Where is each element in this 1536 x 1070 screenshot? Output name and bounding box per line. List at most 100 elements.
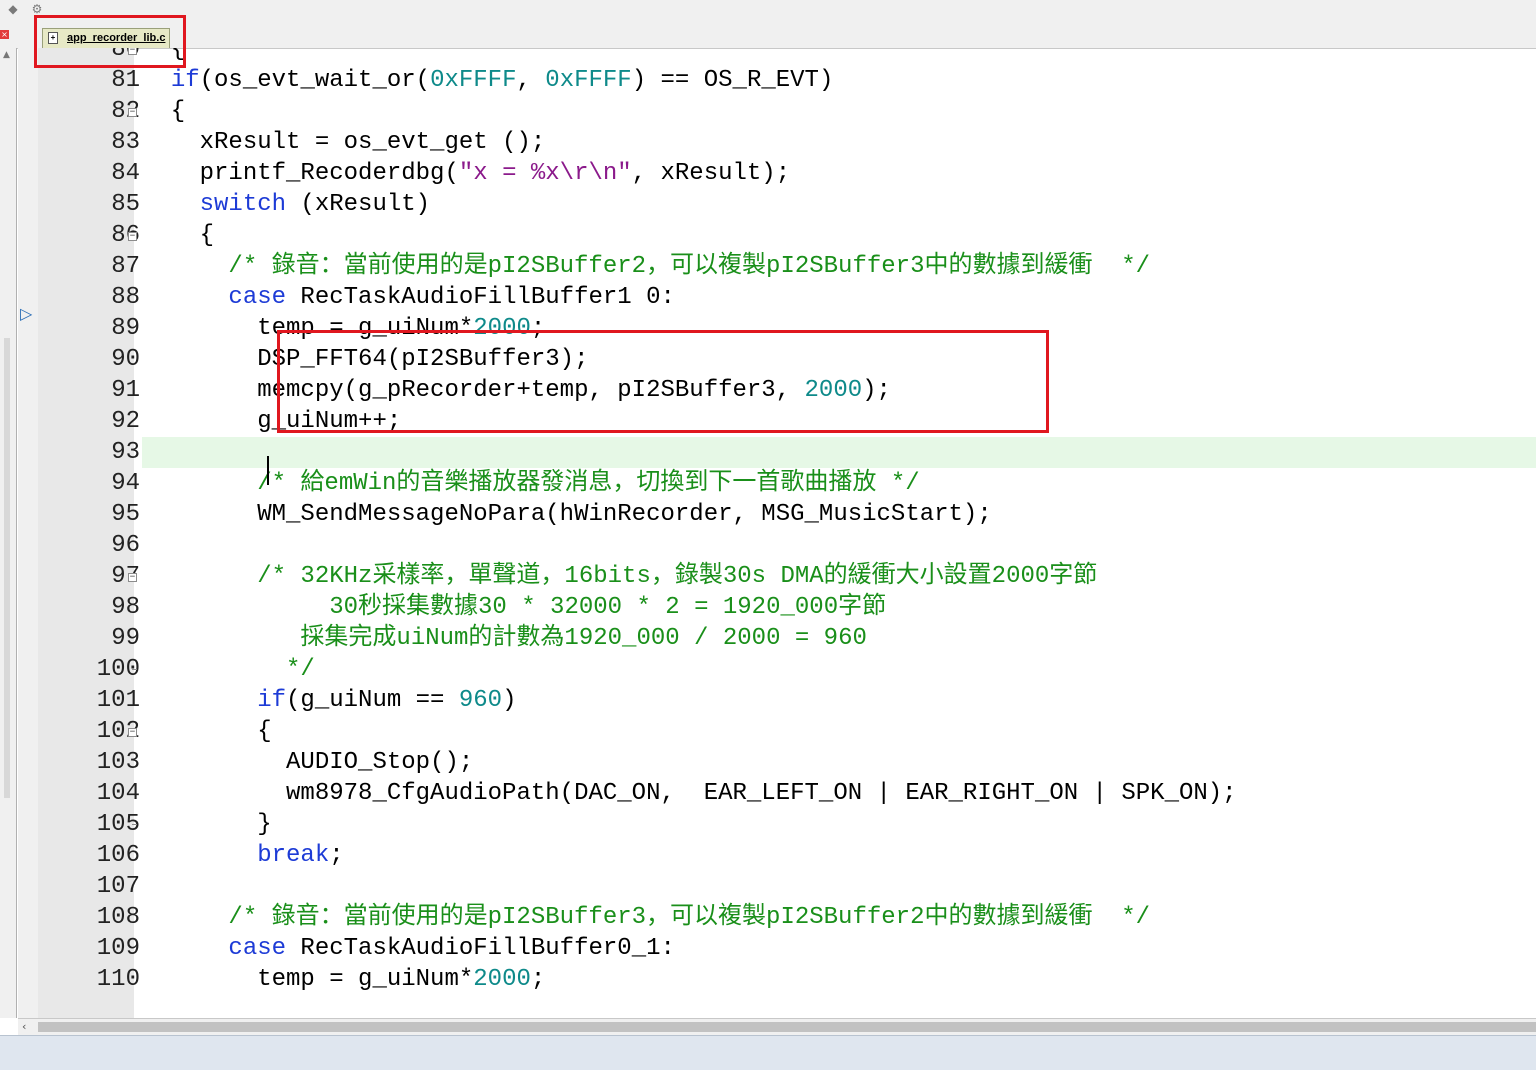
code-line[interactable]: 91 memcpy(g_pRecorder+temp, pI2SBuffer3,… — [18, 375, 1536, 406]
code-token: (os_evt_wait_or( — [199, 67, 431, 94]
code-text[interactable]: AUDIO_Stop(); — [142, 747, 473, 778]
code-text[interactable]: if(g_uiNum == 960) — [142, 685, 516, 716]
code-text[interactable]: g_uiNum++; — [142, 406, 401, 437]
code-line[interactable]: 110 temp = g_uiNum*2000; — [18, 964, 1536, 995]
keyword-token: if — [257, 687, 287, 714]
code-token: ) — [502, 687, 517, 714]
code-text[interactable]: 30秒採集數據30 * 32000 * 2 = 1920_000字節 — [142, 592, 886, 623]
keyword-token: if — [170, 67, 200, 94]
code-text[interactable]: } — [142, 809, 271, 840]
code-line[interactable]: 87 /* 錄音：當前使用的是pI2SBuffer2，可以複製pI2SBuffe… — [18, 251, 1536, 282]
code-editor[interactable]: 80− {81 if(os_evt_wait_or(0xFFFF, 0xFFFF… — [18, 48, 1536, 1018]
code-line[interactable]: 99 採集完成uiNum的計數為1920_000 / 2000 = 960 — [18, 623, 1536, 654]
code-token: { — [142, 718, 272, 745]
keyword-token: case — [228, 935, 287, 962]
tab-app-recorder-lib[interactable]: + app_recorder_lib.c — [42, 28, 170, 48]
code-text[interactable]: { — [142, 48, 185, 65]
code-text[interactable]: memcpy(g_pRecorder+temp, pI2SBuffer3, 20… — [142, 375, 891, 406]
line-number: 96 — [111, 532, 140, 559]
code-line[interactable]: 94 /* 給emWin的音樂播放器發消息，切換到下一首歌曲播放 */ — [18, 468, 1536, 499]
code-line[interactable]: 95 WM_SendMessageNoPara(hWinRecorder, MS… — [18, 499, 1536, 530]
code-text[interactable]: /* 錄音：當前使用的是pI2SBuffer3，可以複製pI2SBuffer2中… — [142, 902, 1150, 933]
horizontal-scroll-thumb[interactable] — [38, 1022, 1536, 1032]
scroll-up-arrow-icon[interactable]: ▲ — [3, 50, 10, 60]
code-line[interactable]: 106 break; — [18, 840, 1536, 871]
editor-tab-strip — [0, 22, 1536, 49]
code-line[interactable]: 81 if(os_evt_wait_or(0xFFFF, 0xFFFF) == … — [18, 65, 1536, 96]
code-text[interactable]: case RecTaskAudioFillBuffer1 0: — [142, 282, 674, 313]
code-line[interactable]: 105 } — [18, 809, 1536, 840]
code-line[interactable]: 86− { — [18, 220, 1536, 251]
fold-toggle-icon[interactable]: − — [128, 728, 137, 737]
scroll-left-arrow-icon[interactable]: ‹ — [22, 1020, 26, 1033]
code-text[interactable]: { — [142, 220, 214, 251]
code-line[interactable]: 90 DSP_FFT64(pI2SBuffer3); — [18, 344, 1536, 375]
code-text[interactable]: wm8978_CfgAudioPath(DAC_ON, EAR_LEFT_ON … — [142, 778, 1237, 809]
code-line[interactable]: 88 case RecTaskAudioFillBuffer1 0: — [18, 282, 1536, 313]
current-line-arrow-icon: ▷ — [20, 304, 33, 323]
code-token: { — [142, 48, 186, 63]
code-line[interactable]: 98 30秒採集數據30 * 32000 * 2 = 1920_000字節 — [18, 592, 1536, 623]
code-token: memcpy(g_pRecorder+temp, pI2SBuffer3, — [142, 377, 805, 404]
left-pane-scrollbar[interactable]: ▲ — [0, 48, 17, 1018]
code-line[interactable]: 85 switch (xResult) — [18, 189, 1536, 220]
fold-toggle-icon[interactable]: − — [128, 48, 137, 55]
code-text[interactable]: printf_Recoderdbg("x = %x\r\n", xResult)… — [142, 158, 791, 189]
code-line[interactable]: 108 /* 錄音：當前使用的是pI2SBuffer3，可以複製pI2SBuff… — [18, 902, 1536, 933]
close-icon[interactable]: × — [0, 30, 9, 39]
fold-toggle-icon[interactable]: − — [128, 573, 137, 582]
code-line[interactable]: 103 AUDIO_Stop(); — [18, 747, 1536, 778]
code-line[interactable]: 84 printf_Recoderdbg("x = %x\r\n", xResu… — [18, 158, 1536, 189]
code-text[interactable]: if(os_evt_wait_or(0xFFFF, 0xFFFF) == OS_… — [142, 65, 834, 96]
code-text[interactable]: DSP_FFT64(pI2SBuffer3); — [142, 344, 588, 375]
code-line[interactable]: 109 case RecTaskAudioFillBuffer0_1: — [18, 933, 1536, 964]
comment-token: /* 給emWin的音樂播放器發消息，切換到下一首歌曲播放 */ — [142, 470, 920, 497]
code-line[interactable]: 102− { — [18, 716, 1536, 747]
code-text[interactable]: break; — [142, 840, 343, 871]
code-line[interactable]: 101 if(g_uiNum == 960) — [18, 685, 1536, 716]
code-text[interactable]: switch (xResult) — [142, 189, 430, 220]
code-text[interactable]: /* 錄音：當前使用的是pI2SBuffer2，可以複製pI2SBuffer3中… — [142, 251, 1150, 282]
fold-toggle-icon[interactable]: − — [128, 108, 137, 117]
code-text[interactable]: { — [142, 96, 185, 127]
code-line[interactable]: 83 xResult = os_evt_get (); — [18, 127, 1536, 158]
scroll-thumb[interactable] — [4, 338, 10, 798]
code-text[interactable]: /* 給emWin的音樂播放器發消息，切換到下一首歌曲播放 */ — [142, 468, 920, 499]
line-number: 105 — [96, 811, 140, 838]
horizontal-scrollbar[interactable]: ‹ — [18, 1018, 1536, 1035]
code-line[interactable]: 104 wm8978_CfgAudioPath(DAC_ON, EAR_LEFT… — [18, 778, 1536, 809]
fold-toggle-icon[interactable]: − — [128, 232, 137, 241]
code-text[interactable]: case RecTaskAudioFillBuffer0_1: — [142, 933, 674, 964]
line-number: 103 — [96, 749, 140, 776]
code-line[interactable]: 100 */ — [18, 654, 1536, 685]
code-text[interactable]: 採集完成uiNum的計數為1920_000 / 2000 = 960 — [142, 623, 866, 654]
code-text[interactable]: */ — [142, 654, 315, 685]
code-line[interactable]: 92 g_uiNum++; — [18, 406, 1536, 437]
code-text[interactable]: xResult = os_evt_get (); — [142, 127, 546, 158]
gear-icon[interactable]: ⚙ — [30, 2, 44, 16]
code-line[interactable]: 107 — [18, 871, 1536, 902]
code-line[interactable]: 97− /* 32KHz采樣率，單聲道，16bits，錄製30s DMA的緩衝大… — [18, 561, 1536, 592]
code-text[interactable]: { — [142, 716, 272, 747]
line-number: 110 — [96, 966, 140, 993]
code-text[interactable]: temp = g_uiNum*2000; — [142, 313, 545, 344]
code-line[interactable]: 82− { — [18, 96, 1536, 127]
code-token: ); — [862, 377, 891, 404]
code-text[interactable]: WM_SendMessageNoPara(hWinRecorder, MSG_M… — [142, 499, 992, 530]
code-line[interactable]: 80− { — [18, 48, 1536, 65]
code-line[interactable]: 96 — [18, 530, 1536, 561]
keyword-token: case — [228, 284, 287, 311]
code-token: ; — [530, 315, 546, 342]
line-number: 92 — [111, 408, 140, 435]
code-line[interactable]: 89 temp = g_uiNum*2000; — [18, 313, 1536, 344]
line-number: 102 — [96, 718, 140, 745]
diamond-icon[interactable]: ◆ — [6, 2, 20, 16]
code-text[interactable]: temp = g_uiNum*2000; — [142, 964, 545, 995]
code-text[interactable]: /* 32KHz采樣率，單聲道，16bits，錄製30s DMA的緩衝大小設置2… — [142, 561, 1097, 592]
code-token: printf_Recoderdbg( — [142, 160, 459, 187]
code-line[interactable]: 93 — [18, 437, 1536, 468]
line-number: 94 — [111, 470, 140, 497]
